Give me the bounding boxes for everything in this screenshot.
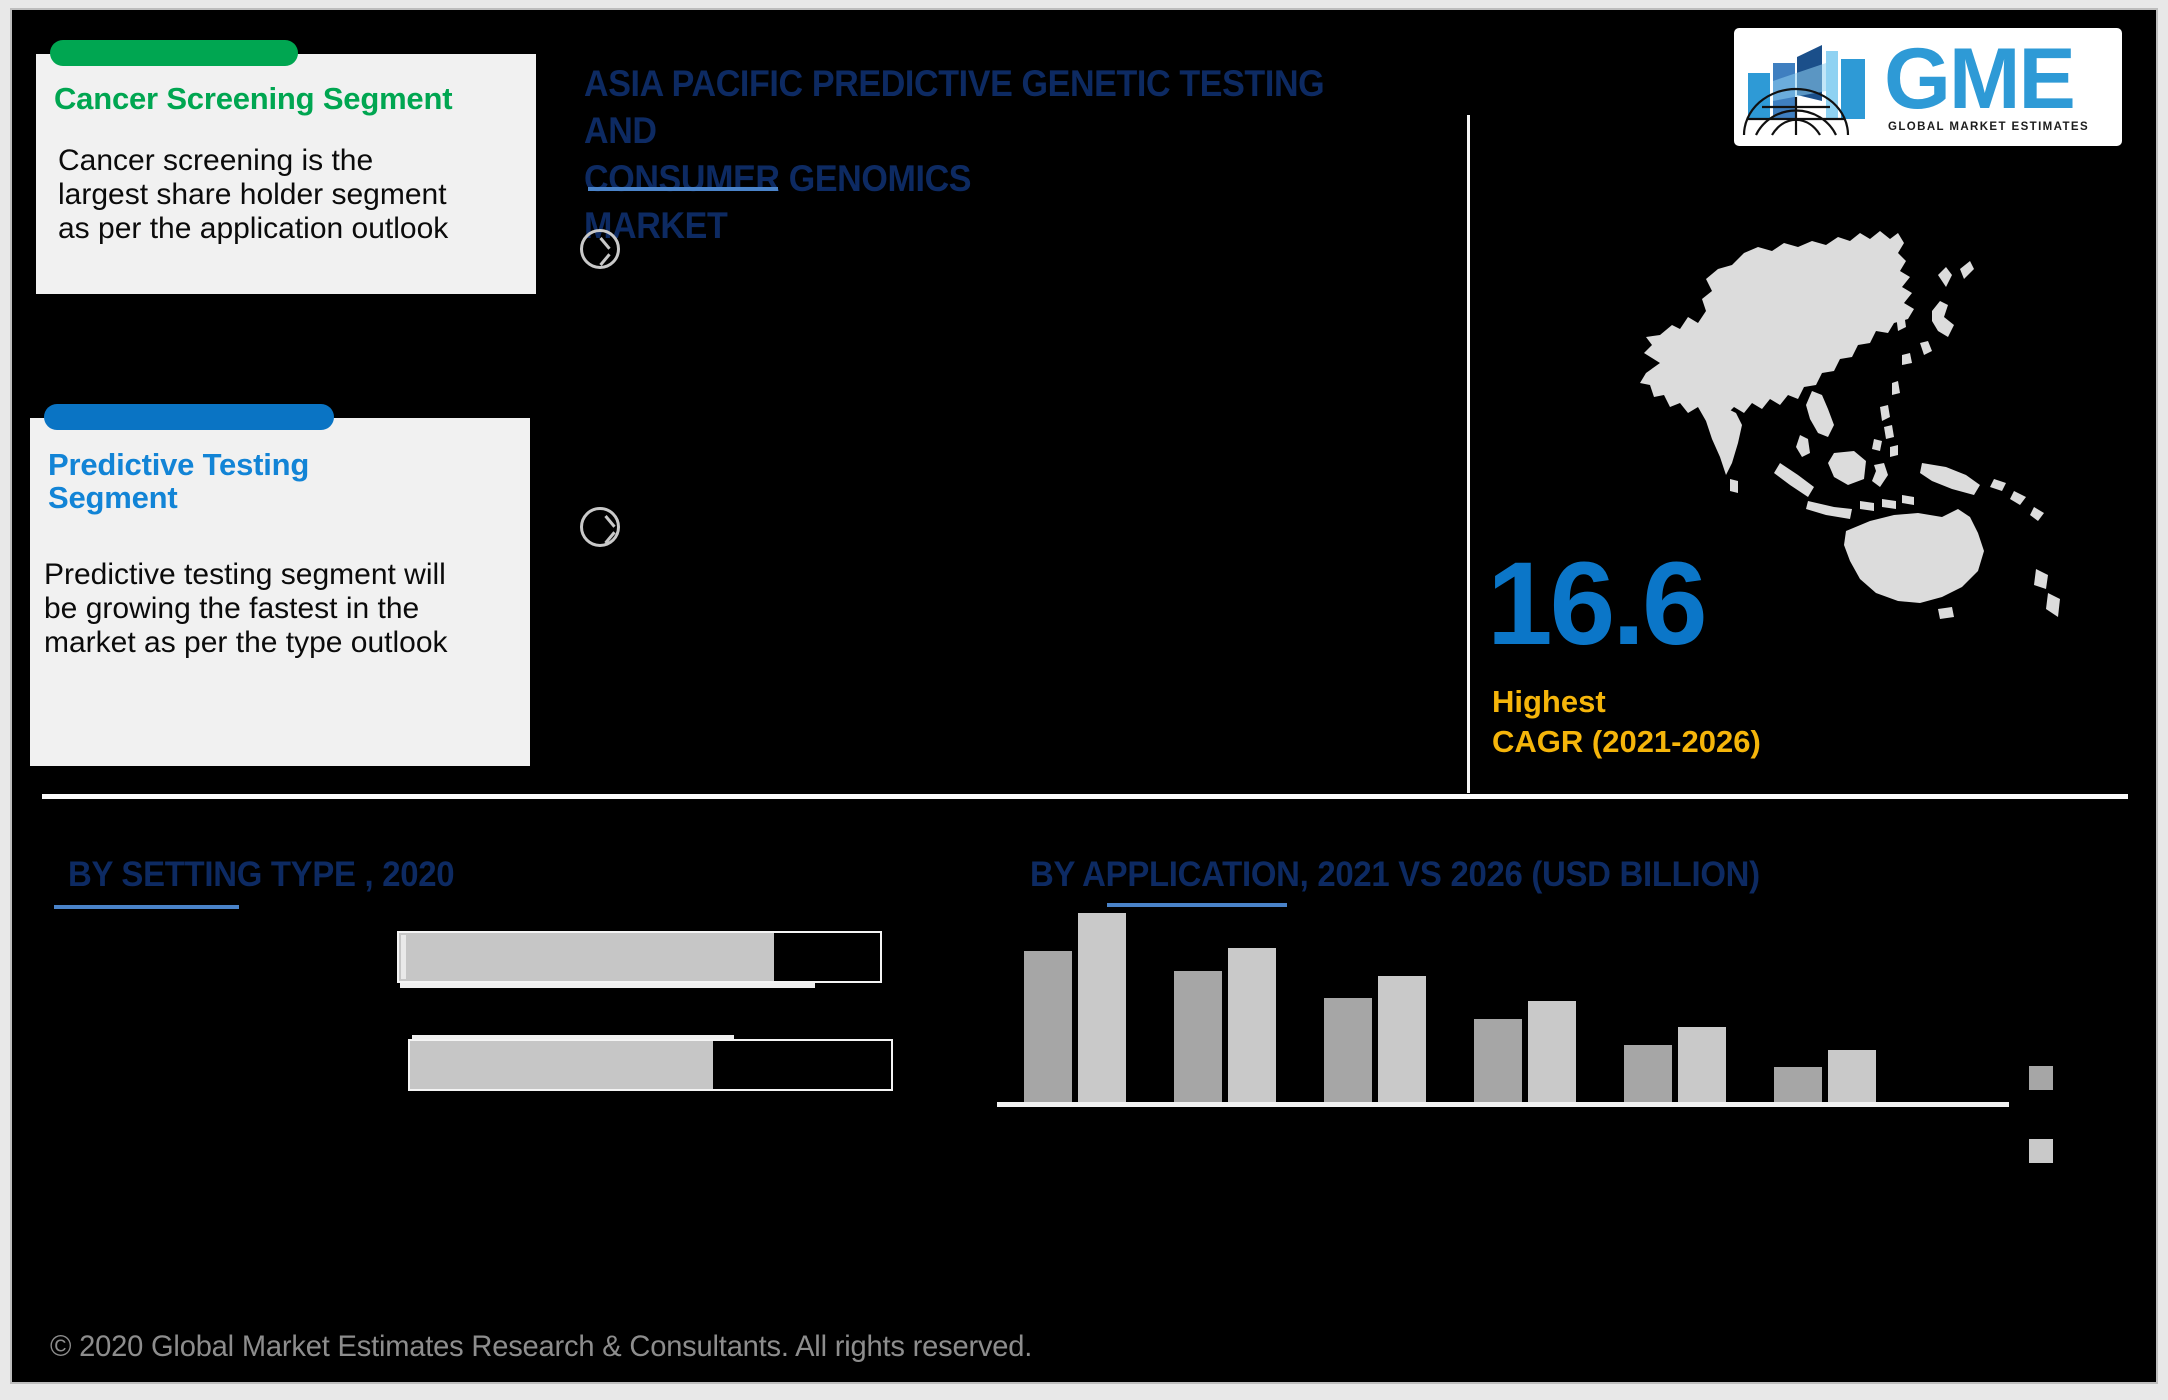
cagr-label: Highest CAGR (2021-2026) bbox=[1492, 684, 1761, 759]
application-bar bbox=[1528, 1000, 1576, 1105]
card-heading: Predictive Testing Segment bbox=[48, 447, 310, 516]
legend-swatch-2026 bbox=[2029, 1139, 2053, 1163]
application-bar bbox=[1774, 1066, 1822, 1105]
card-heading: Cancer Screening Segment bbox=[54, 81, 453, 116]
application-bar bbox=[1378, 976, 1426, 1105]
application-bar bbox=[1624, 1045, 1672, 1105]
section-title-application: BY APPLICATION, 2021 VS 2026 (USD BILLIO… bbox=[1030, 855, 1760, 894]
logo-wordmark: GME bbox=[1884, 31, 2076, 128]
card-body: Cancer screening is the largest share ho… bbox=[58, 144, 449, 245]
application-bar bbox=[1828, 1049, 1876, 1105]
infographic-canvas: ASIA PACIFIC PREDICTIVE GENETIC TESTING … bbox=[10, 8, 2158, 1384]
setting-bar-1-cap bbox=[401, 935, 406, 979]
setting-bar-1-shadow bbox=[400, 983, 815, 988]
footer-copyright: © 2020 Global Market Estimates Research … bbox=[50, 1330, 1033, 1363]
card-accent-pill bbox=[44, 404, 334, 430]
application-bar bbox=[1324, 997, 1372, 1105]
setting-bar-2 bbox=[408, 1039, 893, 1091]
application-bar bbox=[1474, 1019, 1522, 1105]
card-predictive-testing-segment: Predictive Testing Segment Predictive te… bbox=[30, 404, 530, 766]
application-bar-chart bbox=[1012, 890, 2072, 1105]
vertical-divider bbox=[1467, 115, 1470, 793]
chevron-right-circle-icon bbox=[580, 507, 620, 547]
cagr-value: 16.6 bbox=[1487, 538, 1708, 670]
infographic-stage: ASIA PACIFIC PREDICTIVE GENETIC TESTING … bbox=[0, 0, 2168, 1400]
section-title-setting-type: BY SETTING TYPE , 2020 bbox=[68, 855, 455, 894]
legend-swatch-2021 bbox=[2029, 1066, 2053, 1090]
card-accent-pill bbox=[50, 40, 298, 66]
application-bar bbox=[1228, 948, 1276, 1105]
logo-tagline: GLOBAL MARKET ESTIMATES bbox=[1888, 120, 2090, 133]
setting-bar-1-fill bbox=[399, 933, 775, 981]
page-title: ASIA PACIFIC PREDICTIVE GENETIC TESTING … bbox=[584, 63, 1325, 247]
application-chart-axis bbox=[997, 1102, 2009, 1107]
page-title-underline bbox=[588, 187, 778, 191]
application-bar bbox=[1024, 951, 1072, 1105]
setting-bar-1 bbox=[397, 931, 882, 983]
application-bar bbox=[1678, 1026, 1726, 1105]
horizontal-divider bbox=[42, 794, 2128, 799]
application-bar bbox=[1174, 971, 1222, 1105]
chevron-right-circle-icon bbox=[580, 229, 620, 269]
application-bar bbox=[1078, 913, 1126, 1105]
logo-text: GME GLOBAL MARKET ESTIMATES bbox=[1884, 31, 2090, 133]
card-cancer-screening-segment: Cancer Screening Segment Cancer screenin… bbox=[36, 40, 536, 294]
card-body: Predictive testing segment will be growi… bbox=[44, 558, 448, 659]
company-logo: GME GLOBAL MARKET ESTIMATES bbox=[1734, 28, 2122, 146]
setting-bar-2-fill bbox=[410, 1041, 714, 1089]
logo-globe-bars-icon bbox=[1740, 35, 1888, 139]
section-underline-setting-type bbox=[54, 905, 239, 909]
